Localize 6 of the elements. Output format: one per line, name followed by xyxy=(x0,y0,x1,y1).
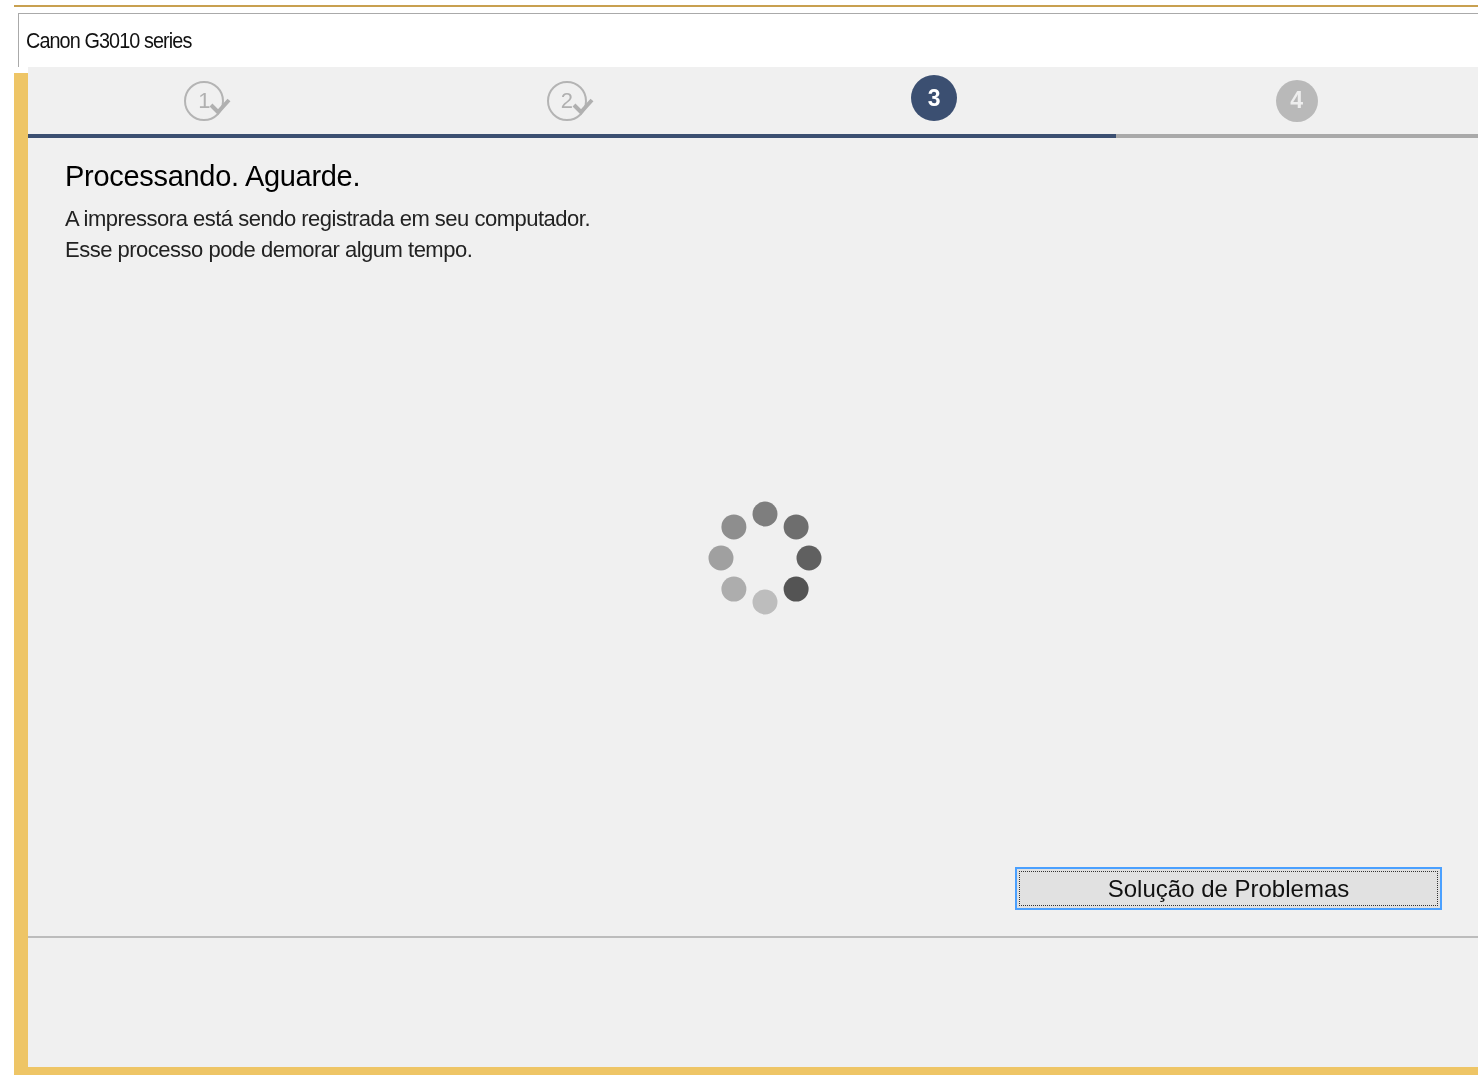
message-text: Esse processo pode demorar algum tempo. xyxy=(65,236,474,264)
message-text: A impressora está sendo registrada em seu computador. xyxy=(65,205,591,233)
step-indicator: 3 xyxy=(911,75,958,121)
troubleshooting-button[interactable]: Solução de Problemas xyxy=(1015,867,1442,910)
heading: Processando. Aguarde. xyxy=(65,160,362,193)
window-title: Canon G3010 series xyxy=(26,27,192,54)
